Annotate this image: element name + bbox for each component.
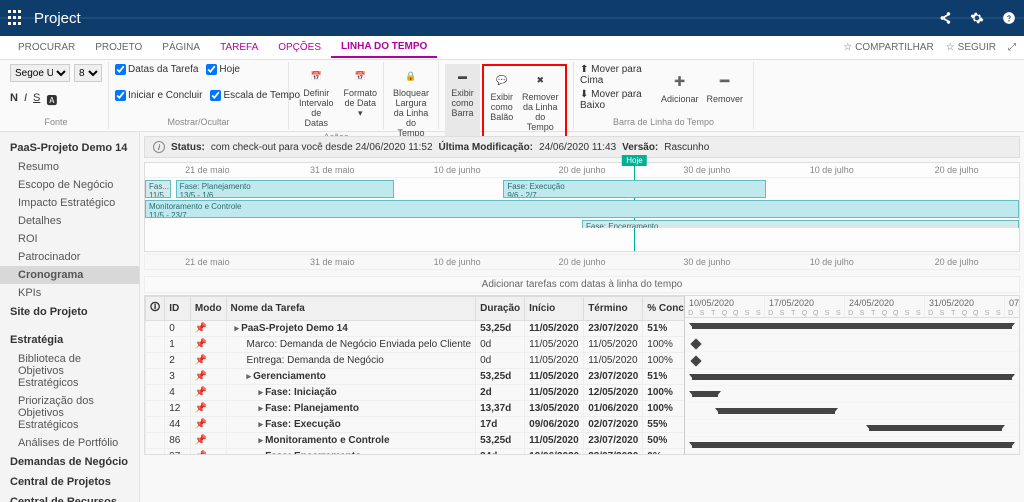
nav-impacto[interactable]: Impacto Estratégico [0,194,139,212]
table-row[interactable]: 2📌 Entrega: Demanda de Negócio 0d11/05/2… [146,353,686,369]
nav-group-estrategia[interactable]: Estratégia [0,330,139,350]
group-label-barra: Barra de Linha do Tempo [580,117,747,127]
tab-projeto[interactable]: PROJETO [85,38,152,57]
bold-button[interactable]: N [10,92,18,108]
mover-cima-button[interactable]: ⬆ Mover para Cima [580,64,651,86]
chk-iniciar-concluir[interactable]: Iniciar e Concluir [115,90,202,101]
bloquear-largura-button[interactable]: 🔒Bloquear Largura da Linha do Tempo [390,64,432,140]
table-row[interactable]: 97📌 ▸Fase: Encerramento 24d19/06/2020 23… [146,449,686,455]
nav-group-project[interactable]: PaaS-Projeto Demo 14 [0,138,139,158]
nav-cronograma[interactable]: Cronograma [0,266,139,284]
status-bar: i Status: com check-out para você desde … [144,136,1020,158]
exibir-balao-button[interactable]: 💬Exibir como Balão [486,68,518,134]
timeline-bar-planejamento[interactable]: Fase: Planejamento13/5 - 1/6 [176,180,395,198]
chk-escala-tempo[interactable]: Escala de Tempo [210,90,300,101]
group-label-fonte: Fonte [10,117,102,127]
nav-biblioteca[interactable]: Biblioteca de Objetivos Estratégicos [0,350,139,392]
table-row[interactable]: 86📌 ▸Monitoramento e Controle 53,25d11/0… [146,433,686,449]
tab-linha-tempo[interactable]: LINHA DO TEMPO [331,37,437,58]
task-grid-gantt: 🛈 ID Modo Nome da Tarefa Duração Início … [144,295,1020,455]
gantt-row[interactable] [685,335,1019,352]
table-row[interactable]: 44📌 ▸Fase: Execução 17d09/06/2020 02/07/… [146,417,686,433]
remover-button[interactable]: ➖Remover [702,70,747,106]
timeline-bar-monitoramento[interactable]: Monitoramento e Controle11/5 - 23/7 [145,200,1019,218]
gear-icon[interactable] [970,11,984,25]
timeline-bar-execucao[interactable]: Fase: Execução9/6 - 2/7 [503,180,765,198]
expand-icon[interactable]: ⤢ [1008,42,1016,53]
app-launcher-icon[interactable] [8,10,24,26]
definir-intervalo-button[interactable]: 📅Definir Intervalo de Datas [295,64,338,130]
gantt-row[interactable] [685,420,1019,437]
gantt-row[interactable] [685,318,1019,335]
gantt-row[interactable] [685,352,1019,369]
tab-opcoes[interactable]: OPÇÕES [268,38,331,57]
underline-button[interactable]: S [33,92,40,108]
nav-analises[interactable]: Análises de Portfólio [0,434,139,452]
help-icon[interactable] [1002,11,1016,25]
ribbon: Segoe UI 8 N I S 🅰 Fonte Datas da Tarefa… [0,60,1024,132]
tab-pagina[interactable]: PÁGINA [152,38,210,57]
gantt-chart[interactable]: 10/05/2020DSTQQSS17/05/2020DSTQQSS24/05/… [685,296,1019,454]
formato-data-button[interactable]: 📅Formato de Data ▾ [340,64,382,130]
table-row[interactable]: 0📌 ▸PaaS-Projeto Demo 14 53,25d11/05/202… [146,321,686,337]
nav-central-projetos[interactable]: Central de Projetos [0,472,139,492]
font-family-select[interactable]: Segoe UI [10,64,70,82]
nav-resumo[interactable]: Resumo [0,158,139,176]
adicionar-button[interactable]: ➕Adicionar [657,70,703,106]
content-area: i Status: com check-out para você desde … [140,132,1024,502]
timeline-scale: 21 de maio31 de maio10 de junho20 de jun… [145,163,1019,178]
share-button[interactable]: ☆ COMPARTILHAR [843,42,934,53]
table-row[interactable]: 1📌 Marco: Demanda de Negócio Enviada pel… [146,337,686,353]
app-header: Project [0,0,1024,36]
table-row[interactable]: 12📌 ▸Fase: Planejamento 13,37d13/05/2020… [146,401,686,417]
ribbon-tabs: PROCURAR PROJETO PÁGINA TAREFA OPÇÕES LI… [0,36,1024,60]
add-tasks-label[interactable]: Adicionar tarefas com datas à linha do t… [144,276,1020,293]
app-title: Project [34,10,81,27]
gantt-row[interactable] [685,369,1019,386]
gantt-row[interactable] [685,437,1019,454]
chk-hoje[interactable]: Hoje [206,64,240,75]
nav-kpis[interactable]: KPIs [0,284,139,302]
nav-roi[interactable]: ROI [0,230,139,248]
info-icon: i [153,141,165,153]
share-icon[interactable] [938,11,952,25]
nav-site-projeto[interactable]: Site do Projeto [0,302,139,322]
remover-linha-tempo-button[interactable]: ✖Remover da Linha do Tempo [518,68,563,134]
follow-button[interactable]: ☆ SEGUIR [946,42,996,53]
sidebar: PaaS-Projeto Demo 14 Resumo Escopo de Ne… [0,132,140,502]
nav-demandas[interactable]: Demandas de Negócio [0,452,139,472]
gantt-row[interactable] [685,403,1019,420]
mover-baixo-button[interactable]: ⬇ Mover para Baixo [580,89,651,111]
nav-escopo[interactable]: Escopo de Negócio [0,176,139,194]
gantt-row[interactable] [685,386,1019,403]
remover-linha-highlight: 💬Exibir como Balão ✖Remover da Linha do … [482,64,567,138]
chk-datas-tarefa[interactable]: Datas da Tarefa [115,64,198,75]
timeline[interactable]: Hoje 21 de maio31 de maio10 de junho20 d… [144,162,1020,252]
exibir-barra-button[interactable]: ▬Exibir como Barra [445,64,480,138]
font-color-icon[interactable]: 🅰 [46,92,57,108]
timeline-bar-encerramento[interactable]: Fase: Encerramento18/6 - 23/7 [582,220,1019,228]
group-label-mostrar: Mostrar/Ocultar [115,117,282,127]
timeline-scale-2: 21 de maio31 de maio10 de junho20 de jun… [144,254,1020,270]
nav-detalhes[interactable]: Detalhes [0,212,139,230]
hoje-marker: Hoje [622,155,646,166]
table-row[interactable]: 3📌 ▸Gerenciamento 53,25d11/05/2020 23/07… [146,369,686,385]
table-row[interactable]: 4📌 ▸Fase: Iniciação 2d11/05/2020 12/05/2… [146,385,686,401]
timeline-bar-fase[interactable]: Fas...11/5 [145,180,171,198]
nav-priorizacao[interactable]: Priorização dos Objetivos Estratégicos [0,392,139,434]
font-size-select[interactable]: 8 [74,64,102,82]
italic-button[interactable]: I [24,92,27,108]
tab-tarefa[interactable]: TAREFA [210,38,268,57]
tab-procurar[interactable]: PROCURAR [8,38,85,57]
task-grid[interactable]: 🛈 ID Modo Nome da Tarefa Duração Início … [145,296,685,454]
nav-central-recursos[interactable]: Central de Recursos [0,492,139,502]
nav-patrocinador[interactable]: Patrocinador [0,248,139,266]
